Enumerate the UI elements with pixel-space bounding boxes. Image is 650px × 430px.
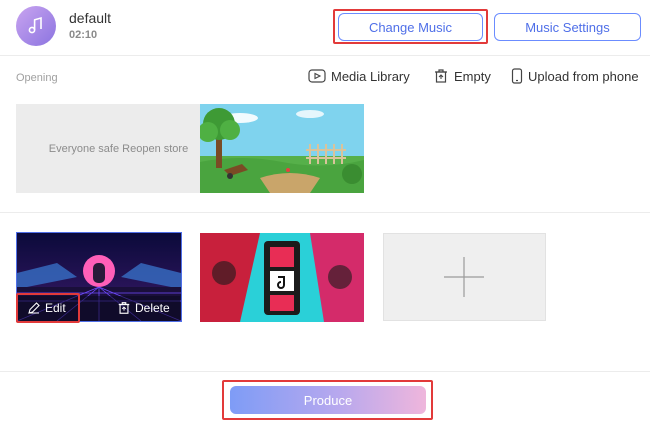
change-music-button[interactable]: Change Music bbox=[338, 13, 483, 41]
edit-button[interactable]: Edit bbox=[27, 301, 66, 315]
music-title: default bbox=[69, 10, 112, 26]
produce-button[interactable]: Produce bbox=[230, 386, 426, 414]
music-note-icon bbox=[28, 16, 42, 34]
header-divider bbox=[0, 55, 650, 56]
trash-icon bbox=[435, 69, 447, 83]
media-library-label: Media Library bbox=[331, 68, 410, 84]
delete-label: Delete bbox=[135, 301, 170, 315]
add-clip-card[interactable] bbox=[383, 233, 546, 321]
upload-from-phone-label: Upload from phone bbox=[528, 68, 639, 84]
media-library-button[interactable]: Media Library bbox=[308, 68, 410, 84]
opening-thumbnail-garden[interactable] bbox=[200, 104, 364, 193]
empty-button[interactable]: Empty bbox=[433, 68, 491, 84]
music-settings-button[interactable]: Music Settings bbox=[494, 13, 641, 41]
trash-icon bbox=[118, 302, 130, 314]
music-avatar bbox=[16, 6, 56, 46]
phone-icon bbox=[511, 68, 523, 84]
opening-placeholder-card[interactable]: Everyone safe Reopen store bbox=[16, 104, 221, 193]
placeholder-text: Everyone safe Reopen store bbox=[48, 142, 189, 155]
footer-divider bbox=[0, 371, 650, 372]
garden-illustration bbox=[200, 104, 364, 193]
edit-label: Edit bbox=[45, 301, 66, 315]
neon-image bbox=[200, 233, 364, 322]
section-divider bbox=[0, 212, 650, 213]
upload-from-phone-button[interactable]: Upload from phone bbox=[511, 68, 639, 84]
music-duration: 02:10 bbox=[69, 29, 98, 41]
delete-button[interactable]: Delete bbox=[117, 301, 170, 315]
media-library-icon bbox=[308, 69, 326, 83]
plus-icon bbox=[444, 257, 484, 297]
opening-label: Opening bbox=[16, 72, 58, 84]
pencil-icon bbox=[28, 302, 40, 314]
empty-label: Empty bbox=[454, 68, 491, 84]
clip-thumbnail-neon[interactable] bbox=[200, 233, 364, 322]
